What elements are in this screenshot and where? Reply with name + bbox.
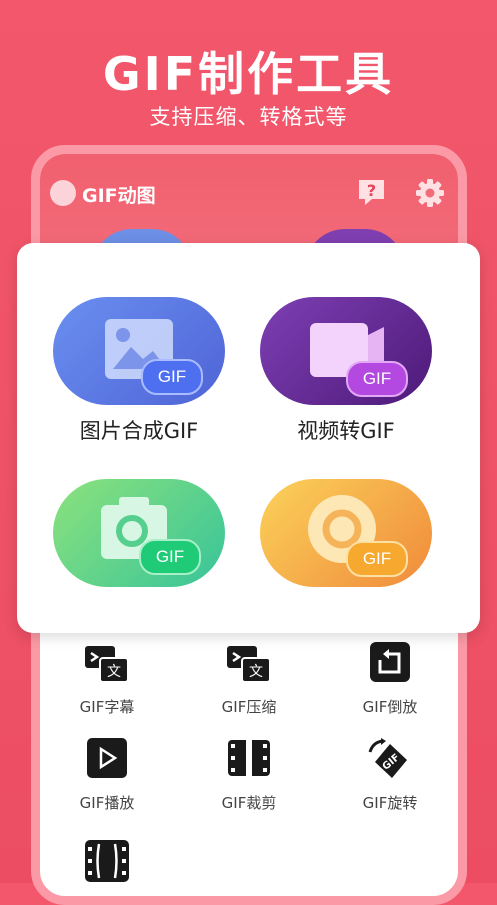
image-to-gif-button[interactable]: GIF 图片合成GIF — [53, 297, 225, 447]
feature-label: 图片合成GIF — [79, 419, 199, 443]
tool-label: GIF倒放 — [362, 698, 418, 716]
tool-gif-subtitle[interactable]: 文 GIF字幕 — [47, 642, 167, 717]
tool-gif-reverse[interactable]: GIF倒放 — [330, 642, 450, 717]
camera-gif-button[interactable]: GIF — [53, 479, 225, 589]
tool-gif-crop[interactable]: GIF裁剪 — [189, 738, 309, 813]
tool-label: GIF旋转 — [362, 794, 418, 812]
tool-label: GIF压缩 — [221, 698, 277, 716]
tool-label: GIF裁剪 — [221, 794, 277, 812]
svg-text:文: 文 — [107, 664, 121, 680]
film-strip-icon — [85, 840, 129, 882]
tool-label: GIF播放 — [79, 794, 135, 812]
hero-title: GIF制作工具 — [102, 47, 395, 101]
play-icon — [87, 738, 127, 778]
tool-film-strip[interactable] — [47, 840, 167, 894]
app-title: GIF动图 — [82, 185, 156, 207]
tool-gif-compress[interactable]: 文 GIF压缩 — [189, 642, 309, 717]
svg-text:?: ? — [367, 181, 376, 200]
help-icon[interactable]: ? — [356, 178, 387, 207]
feature-label: 视频转GIF — [297, 419, 395, 443]
svg-text:文: 文 — [249, 664, 263, 680]
tool-label: GIF字幕 — [79, 698, 135, 716]
feature-card: GIF 图片合成GIF GIF 视频转GIF GIF GIF — [17, 243, 480, 633]
gif-tag: GIF — [346, 541, 408, 577]
subtitle-icon: 文 — [85, 646, 129, 683]
gif-tag: GIF — [141, 359, 203, 395]
crop-film-icon — [228, 740, 270, 776]
reverse-icon — [370, 642, 410, 682]
settings-gear-icon[interactable] — [415, 178, 445, 208]
compress-icon: 文 — [227, 646, 271, 683]
gif-tag: GIF — [139, 539, 201, 575]
app-logo-icon — [50, 180, 76, 206]
tool-gif-play[interactable]: GIF播放 — [47, 738, 167, 813]
video-to-gif-button[interactable]: GIF 视频转GIF — [260, 297, 432, 447]
disc-gif-button[interactable]: GIF — [260, 479, 432, 589]
tool-gif-rotate[interactable]: GIF GIF旋转 — [330, 738, 450, 813]
gif-tag: GIF — [346, 361, 408, 397]
hero-subtitle: 支持压缩、转格式等 — [149, 105, 348, 129]
rotate-icon: GIF — [368, 738, 407, 778]
